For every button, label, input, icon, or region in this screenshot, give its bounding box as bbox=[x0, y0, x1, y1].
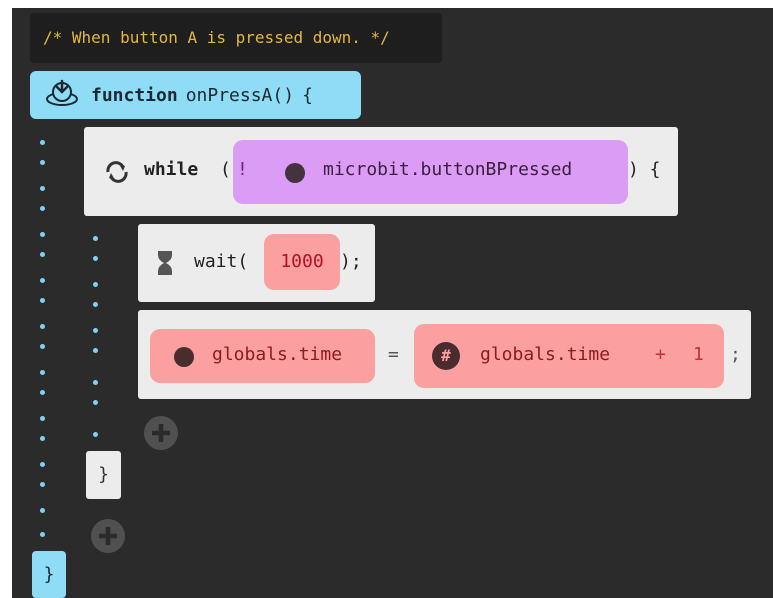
wait-keyword: wait( bbox=[194, 251, 249, 272]
add-statement-function-icon[interactable] bbox=[90, 518, 126, 554]
while-close-paren: ) { bbox=[628, 159, 661, 180]
not-operator[interactable]: ! bbox=[237, 159, 248, 180]
assignment-block[interactable]: globals.time = # globals.time + 1 ; bbox=[138, 310, 751, 399]
wait-block[interactable]: wait( 1000 ); bbox=[138, 224, 375, 302]
source-variable[interactable]: globals.time bbox=[480, 344, 610, 365]
semicolon: ; bbox=[730, 344, 741, 365]
variable-dot-icon bbox=[174, 347, 194, 367]
code-comment[interactable]: /* When button A is pressed down. */ bbox=[30, 13, 442, 63]
function-block[interactable]: function onPressA() { bbox=[30, 71, 361, 119]
function-open-brace: { bbox=[302, 84, 313, 106]
function-name[interactable]: onPressA() bbox=[186, 85, 294, 106]
hourglass-icon bbox=[156, 250, 174, 281]
press-button-icon bbox=[45, 78, 79, 113]
while-block[interactable]: while ( ! microbit.buttonBPressed ) { bbox=[84, 127, 678, 216]
increment-value[interactable]: 1 bbox=[693, 344, 704, 365]
while-open-paren: ( bbox=[220, 159, 231, 180]
loop-icon bbox=[104, 161, 130, 188]
condition-variable[interactable]: microbit.buttonBPressed bbox=[323, 159, 572, 180]
while-end-brace: } bbox=[86, 451, 121, 499]
assignment-target[interactable]: globals.time bbox=[150, 329, 375, 383]
number-hash-icon: # bbox=[432, 342, 460, 370]
boolean-variable-dot-icon bbox=[285, 163, 305, 183]
condition-expression[interactable]: ! microbit.buttonBPressed bbox=[233, 140, 628, 204]
equals-operator: = bbox=[388, 344, 399, 365]
assignment-expression[interactable]: # globals.time + 1 bbox=[414, 324, 724, 388]
wait-close: ); bbox=[340, 251, 362, 272]
wait-duration-value[interactable]: 1000 bbox=[264, 234, 340, 290]
function-end-brace: } bbox=[32, 551, 66, 598]
code-editor: /* When button A is pressed down. */ fun… bbox=[12, 8, 773, 598]
while-keyword: while bbox=[144, 159, 199, 180]
function-keyword: function bbox=[91, 84, 178, 106]
target-variable[interactable]: globals.time bbox=[212, 344, 342, 365]
plus-operator[interactable]: + bbox=[655, 344, 666, 365]
add-statement-while-icon[interactable] bbox=[143, 415, 179, 451]
